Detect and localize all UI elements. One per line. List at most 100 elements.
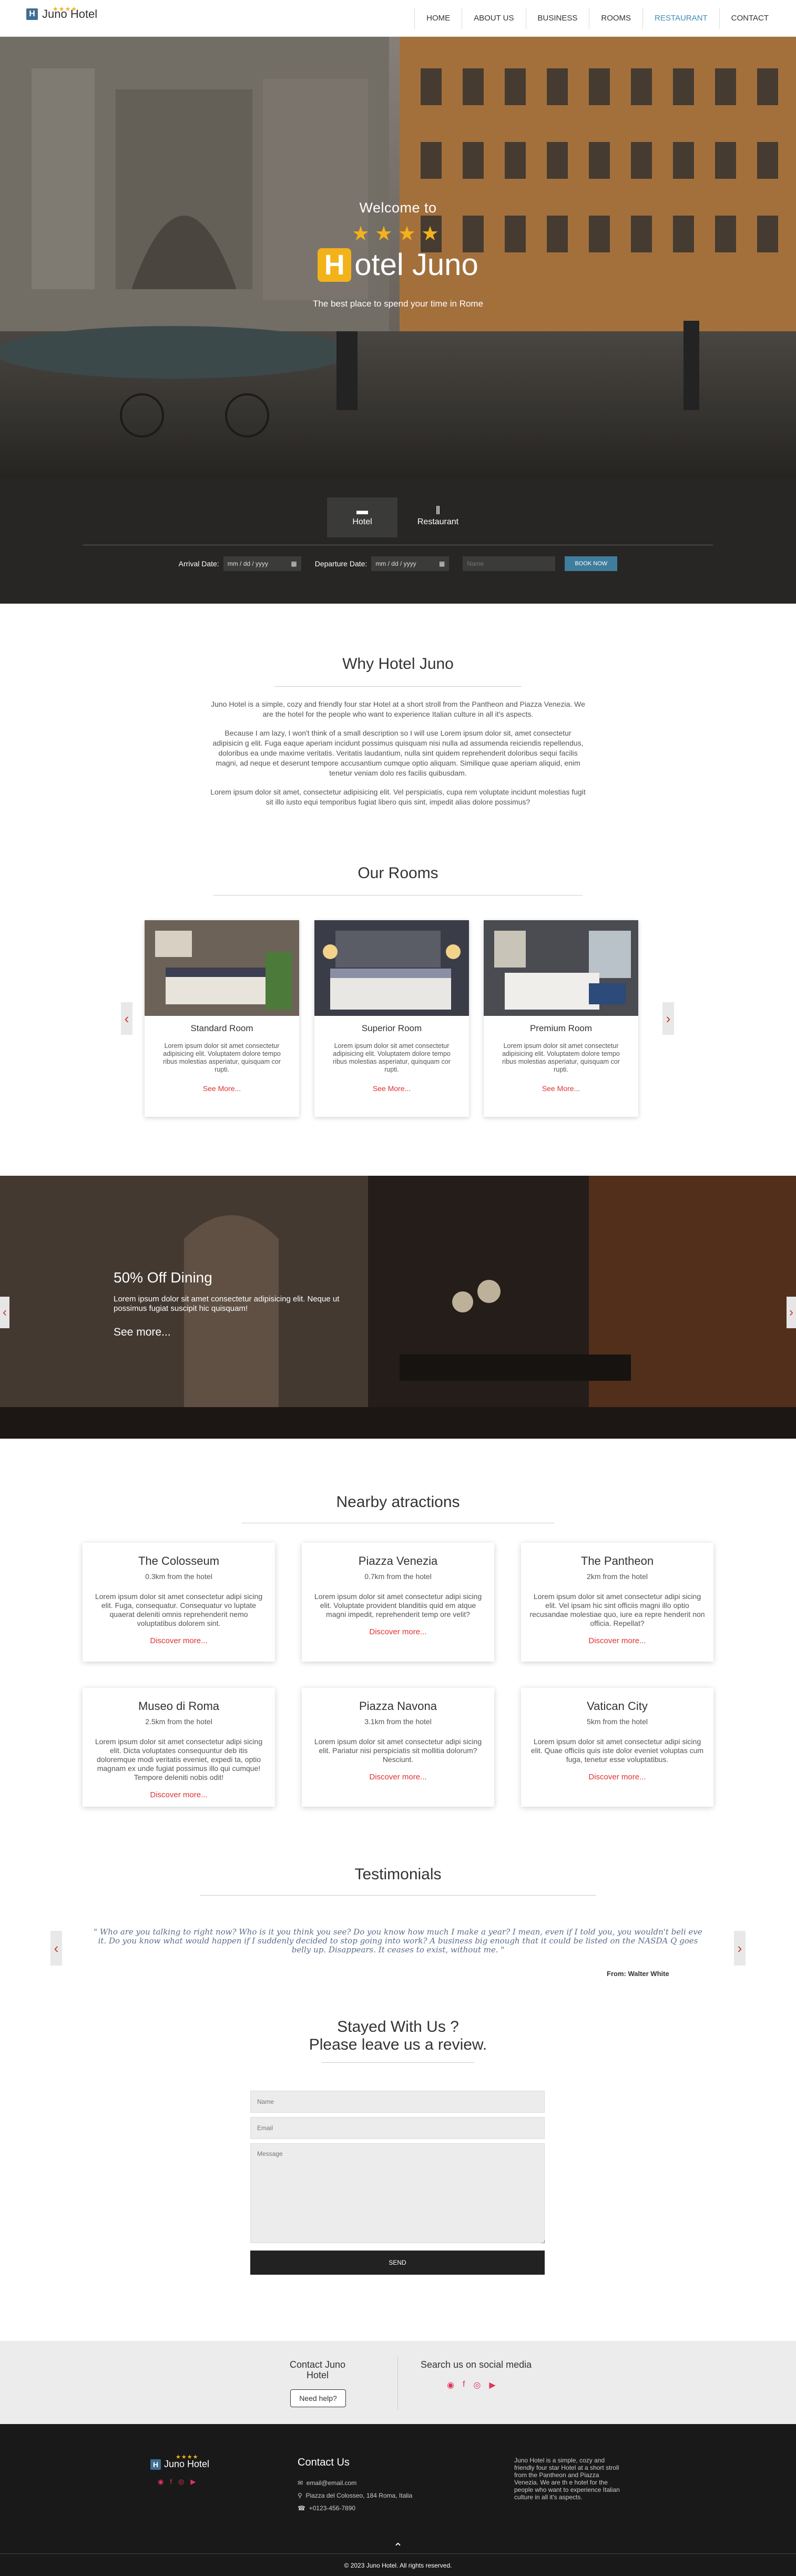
footer-phone-row[interactable]: ☎ +0123-456-7890 — [298, 2502, 412, 2514]
footer-about: Juno Hotel is a simple, cozy and friendl… — [514, 2457, 620, 2501]
testimonial-prev-button[interactable]: ‹ — [50, 1931, 62, 1966]
utensils-icon: ‖ — [435, 504, 441, 517]
book-now-button[interactable]: BOOK NOW — [565, 556, 618, 571]
need-help-button[interactable]: Need help? — [290, 2389, 346, 2407]
social-icons: ◉ f ◎ ▶ — [447, 2380, 496, 2390]
room-card[interactable]: Premium Room Lorem ipsum dolor sit amet … — [484, 920, 638, 1117]
envelope-icon: ✉ — [298, 2479, 303, 2487]
attraction-card[interactable]: Museo di Roma 2.5km from the hotel Lorem… — [83, 1688, 275, 1807]
attraction-card[interactable]: Vatican City 5km from the hotel Lorem ip… — [521, 1688, 713, 1807]
footer-contact-list: ✉ email@email.com ⚲ Piazza del Colosseo,… — [298, 2477, 412, 2514]
why-paragraph-3: Lorem ipsum dolor sit amet, consectetur … — [210, 788, 586, 806]
hero-title-rest: otel Juno — [354, 248, 478, 282]
bed-icon: ▬ — [356, 504, 368, 517]
social-title: Search us on social media — [421, 2359, 532, 2370]
testimonial-next-button[interactable]: › — [734, 1931, 746, 1966]
testimonial-quote: " Who are you talking to right now? Who … — [94, 1927, 702, 1954]
instagram-icon[interactable]: ◎ — [473, 2380, 481, 2390]
attraction-description: Lorem ipsum dolor sit amet consectetur a… — [314, 1592, 482, 1618]
room-see-more-link[interactable]: See More... — [314, 1084, 469, 1093]
review-name-input[interactable] — [250, 2091, 545, 2113]
dining-banner: ‹ › 50% Off Dining Lorem ipsum dolor sit… — [0, 1176, 796, 1439]
footer-email-row[interactable]: ✉ email@email.com — [298, 2477, 412, 2489]
tab-restaurant-label: Restaurant — [417, 517, 459, 526]
top-navbar: H Juno Hotel ★★★★ HOME ABOUT US BUSINESS… — [0, 0, 796, 37]
review-message-textarea[interactable] — [250, 2143, 545, 2243]
room-description: Lorem ipsum dolor sit amet consectetur a… — [502, 1042, 620, 1073]
facebook-icon[interactable]: f — [463, 2380, 465, 2390]
nav-item-home[interactable]: HOME — [414, 8, 462, 29]
room-card[interactable]: Standard Room Lorem ipsum dolor sit amet… — [145, 920, 299, 1117]
facebook-icon[interactable]: f — [170, 2478, 172, 2486]
attraction-card[interactable]: Piazza Venezia 0.7km from the hotel Lore… — [302, 1543, 494, 1662]
attraction-title: The Pantheon — [580, 1554, 654, 1567]
hero-title: Hotel Juno — [0, 247, 796, 282]
dining-more-link[interactable]: See more... — [114, 1326, 171, 1339]
attraction-discover-link[interactable]: Discover more... — [302, 1627, 494, 1636]
why-paragraph-1: Juno Hotel is a simple, cozy and friendl… — [211, 700, 585, 718]
room-title: Premium Room — [529, 1023, 593, 1033]
textarea-resize-handle[interactable] — [542, 2240, 545, 2243]
attraction-title: The Colosseum — [138, 1554, 220, 1567]
footer-logo-mark: H — [150, 2459, 161, 2470]
dining-prev-button[interactable]: ‹ — [0, 1297, 9, 1328]
booking-panel: ▬ Hotel ‖ Restaurant Arrival Date: mm / … — [0, 477, 796, 604]
back-to-top-button[interactable]: ⌃ — [390, 2541, 406, 2554]
tab-hotel[interactable]: ▬ Hotel — [327, 497, 397, 537]
footer-brand[interactable]: H Juno Hotel — [150, 2459, 209, 2470]
booking-form: Arrival Date: mm / dd / yyyy ▦ Departure … — [0, 556, 796, 571]
attraction-title: Piazza Venezia — [358, 1554, 438, 1567]
nav-item-contact[interactable]: CONTACT — [719, 8, 780, 29]
rooms-title: Our Rooms — [358, 864, 438, 882]
logo-mark: H — [26, 8, 38, 20]
room-photo-superior — [314, 920, 469, 1016]
nav-item-business[interactable]: BUSINESS — [525, 8, 589, 29]
dining-next-button[interactable]: › — [787, 1297, 796, 1328]
footer-address-row: ⚲ Piazza del Colosseo, 184 Roma, Italia — [298, 2489, 412, 2502]
arrival-date-input[interactable]: mm / dd / yyyy ▦ — [223, 556, 301, 571]
dining-title: 50% Off Dining — [114, 1269, 212, 1286]
rooms-prev-button[interactable]: ‹ — [121, 1002, 132, 1035]
footer-stars: ★★★★ — [176, 2454, 199, 2460]
attraction-discover-link[interactable]: Discover more... — [83, 1636, 275, 1645]
attraction-title: Vatican City — [587, 1699, 648, 1713]
tab-restaurant[interactable]: ‖ Restaurant — [403, 497, 473, 537]
logo-stars: ★★★★ — [53, 5, 78, 13]
room-description: Lorem ipsum dolor sit amet consectetur a… — [163, 1042, 281, 1073]
attraction-discover-link[interactable]: Discover more... — [83, 1790, 275, 1799]
footer-phone: +0123-456-7890 — [309, 2504, 356, 2512]
nav-item-about[interactable]: ABOUT US — [462, 8, 525, 29]
attraction-discover-link[interactable]: Discover more... — [302, 1773, 494, 1781]
attraction-description: Lorem ipsum dolor sit amet consectetur a… — [530, 1737, 704, 1764]
tripadvisor-icon[interactable]: ◉ — [158, 2478, 164, 2486]
attraction-distance: 3.1km from the hotel — [364, 1717, 432, 1726]
attraction-discover-link[interactable]: Discover more... — [521, 1773, 713, 1781]
calendar-icon[interactable]: ▦ — [439, 560, 445, 567]
nav-item-rooms[interactable]: ROOMS — [589, 8, 642, 29]
room-card[interactable]: Superior Room Lorem ipsum dolor sit amet… — [314, 920, 469, 1117]
map-pin-icon: ⚲ — [298, 2492, 302, 2499]
calendar-icon[interactable]: ▦ — [291, 560, 297, 567]
footer-brand-name: Juno Hotel — [164, 2459, 210, 2469]
instagram-icon[interactable]: ◎ — [178, 2478, 184, 2486]
departure-date-input[interactable]: mm / dd / yyyy ▦ — [371, 556, 450, 571]
rooms-next-button[interactable]: › — [662, 1002, 674, 1035]
booking-name-input[interactable] — [463, 556, 556, 571]
youtube-icon[interactable]: ▶ — [190, 2478, 196, 2486]
attraction-card[interactable]: The Pantheon 2km from the hotel Lorem ip… — [521, 1543, 713, 1662]
tripadvisor-icon[interactable]: ◉ — [447, 2380, 454, 2390]
review-send-button[interactable]: SEND — [250, 2251, 545, 2275]
review-email-input[interactable] — [250, 2117, 545, 2139]
attraction-discover-link[interactable]: Discover more... — [521, 1636, 713, 1645]
contact-band: Contact Juno Hotel Need help? Search us … — [0, 2341, 796, 2424]
footer-address: Piazza del Colosseo, 184 Roma, Italia — [305, 2492, 413, 2499]
room-see-more-link[interactable]: See More... — [145, 1084, 299, 1093]
attraction-description: Lorem ipsum dolor sit amet consectetur a… — [95, 1592, 263, 1627]
nav-item-restaurant[interactable]: RESTAURANT — [642, 8, 719, 29]
youtube-icon[interactable]: ▶ — [489, 2380, 495, 2390]
attraction-card[interactable]: Piazza Navona 3.1km from the hotel Lorem… — [302, 1688, 494, 1807]
attraction-title: Museo di Roma — [138, 1699, 220, 1713]
attraction-card[interactable]: The Colosseum 0.3km from the hotel Lorem… — [83, 1543, 275, 1662]
why-title: Why Hotel Juno — [342, 655, 454, 673]
room-see-more-link[interactable]: See More... — [484, 1084, 638, 1093]
